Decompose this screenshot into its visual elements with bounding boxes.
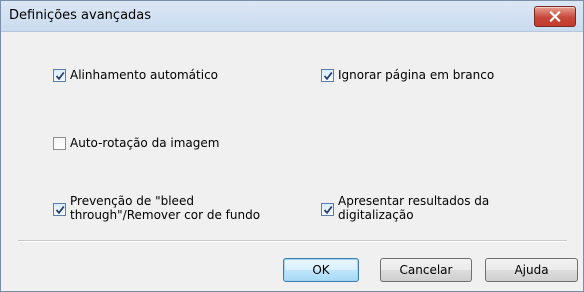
help-button[interactable]: Ajuda <box>485 258 578 282</box>
advanced-settings-dialog: Definições avançadas Alinhamento automát… <box>0 0 584 292</box>
auto-align-option[interactable]: Alinhamento automático <box>53 68 218 82</box>
auto-rotate-label: Auto-rotação da imagem <box>70 136 220 150</box>
window-title: Definições avançadas <box>9 8 152 23</box>
bleed-through-label-line1: Prevenção de "bleed <box>70 194 194 208</box>
bleed-through-checkbox[interactable] <box>53 203 66 216</box>
checkmark-icon <box>55 205 65 215</box>
checkmark-icon <box>55 71 65 81</box>
cancel-button[interactable]: Cancelar <box>380 258 472 282</box>
ignore-blank-label: Ignorar página em branco <box>338 68 495 82</box>
bleed-through-option[interactable]: Prevenção de "bleed through"/Remover cor… <box>53 194 260 222</box>
dialog-content: Alinhamento automático Ignorar página em… <box>1 32 583 291</box>
title-bar: Definições avançadas <box>1 1 583 32</box>
auto-align-checkbox[interactable] <box>53 69 66 82</box>
show-results-checkbox[interactable] <box>321 203 334 216</box>
ignore-blank-option[interactable]: Ignorar página em branco <box>321 68 494 82</box>
ok-button[interactable]: OK <box>283 258 359 282</box>
auto-align-label: Alinhamento automático <box>70 68 219 82</box>
close-button[interactable] <box>534 6 576 27</box>
show-results-label-line1: Apresentar resultados da <box>338 194 490 208</box>
show-results-option[interactable]: Apresentar resultados da digitalização <box>321 194 489 222</box>
bleed-through-label: Prevenção de "bleed through"/Remover cor… <box>70 194 260 222</box>
show-results-label: Apresentar resultados da digitalização <box>338 194 489 222</box>
close-icon <box>549 11 561 22</box>
bleed-through-label-line2: through"/Remover cor de fundo <box>70 208 261 222</box>
auto-rotate-checkbox[interactable] <box>53 137 66 150</box>
ignore-blank-checkbox[interactable] <box>321 69 334 82</box>
checkmark-icon <box>323 71 333 81</box>
auto-rotate-option[interactable]: Auto-rotação da imagem <box>53 136 219 150</box>
show-results-label-line2: digitalização <box>338 208 414 222</box>
checkmark-icon <box>323 205 333 215</box>
separator <box>18 240 567 242</box>
